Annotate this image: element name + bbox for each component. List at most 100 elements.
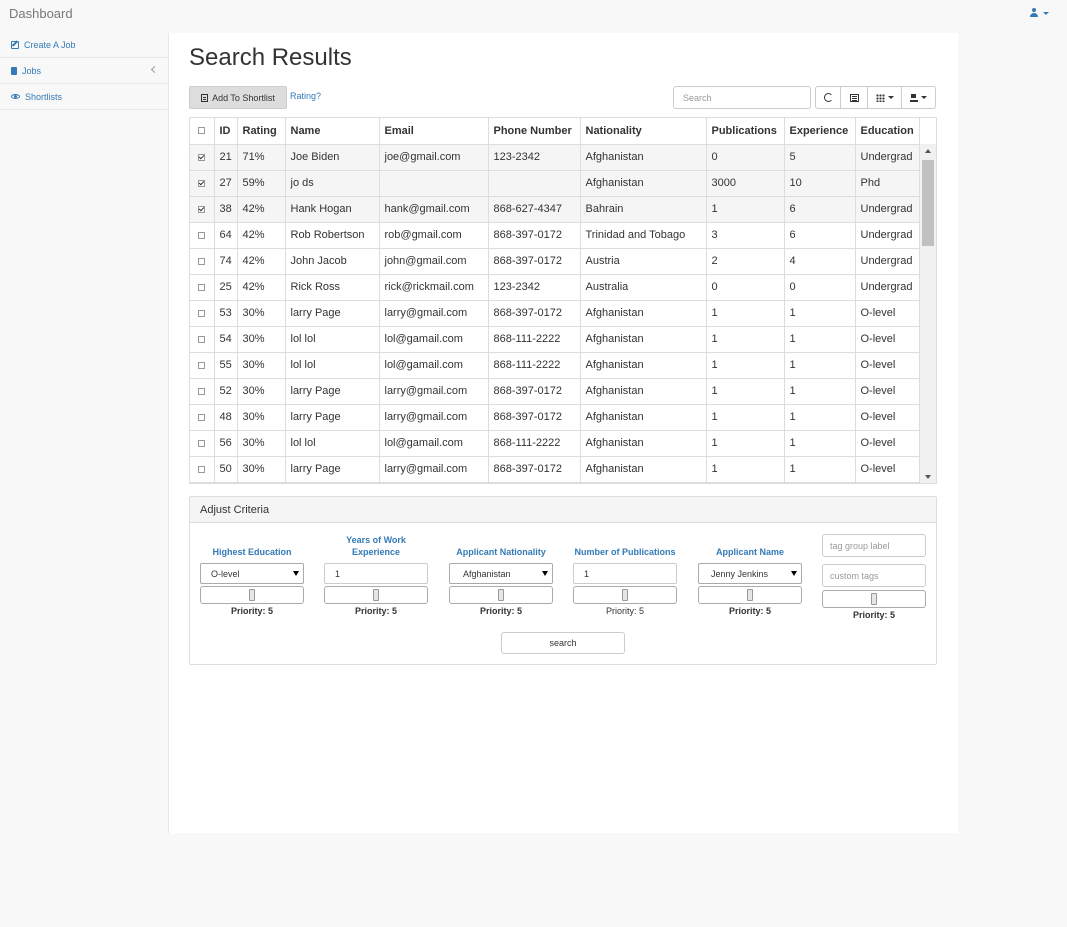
search-button[interactable]: search: [501, 632, 625, 654]
priority-slider[interactable]: [200, 586, 304, 604]
table-row[interactable]: 54 30% lol lol lol@gamail.com 868-111-2222 Af…: [190, 326, 920, 353]
input-value: 1: [335, 568, 341, 579]
priority-label: Priority: 5: [354, 606, 397, 616]
priority-slider[interactable]: [449, 586, 553, 604]
column-header[interactable]: Publications: [706, 118, 785, 145]
row-checkbox[interactable]: [198, 231, 206, 239]
table-cell: 1: [784, 456, 856, 483]
user-menu[interactable]: [1029, 8, 1049, 18]
row-select-cell[interactable]: [190, 300, 215, 327]
table-row[interactable]: 50 30% larry Page larry@gmail.com 868-397-01…: [190, 456, 920, 483]
table-scrollbar[interactable]: [920, 144, 936, 483]
slider-handle[interactable]: [747, 589, 753, 601]
publications-input[interactable]: 1: [573, 563, 677, 584]
row-checkbox[interactable]: [198, 179, 206, 187]
row-select-cell[interactable]: [190, 274, 215, 301]
row-checkbox[interactable]: [198, 283, 206, 291]
table-row[interactable]: 25 42% Rick Ross rick@rickmail.com 123-2342 A…: [190, 274, 920, 301]
education-select[interactable]: O-level: [200, 563, 304, 584]
brand-title[interactable]: Dashboard: [9, 6, 73, 21]
slider-handle[interactable]: [622, 589, 628, 601]
sidebar-item-shortlists[interactable]: Shortlists: [0, 84, 168, 110]
scrollbar-thumb[interactable]: [922, 160, 934, 246]
table-row[interactable]: 48 30% larry Page larry@gmail.com 868-397-01…: [190, 404, 920, 431]
table-row[interactable]: 56 30% lol lol lol@gamail.com 868-111-2222 Af…: [190, 430, 920, 457]
table-cell: rick@rickmail.com: [379, 274, 489, 301]
row-checkbox[interactable]: [198, 439, 206, 447]
row-checkbox[interactable]: [198, 153, 206, 161]
priority-slider[interactable]: [698, 586, 802, 604]
columns-button[interactable]: [867, 86, 902, 109]
table-row[interactable]: 27 59% jo ds Afghanistan 3000 10 Phd: [190, 170, 920, 197]
nationality-select[interactable]: Afghanistan: [449, 563, 553, 584]
export-button[interactable]: [901, 86, 936, 109]
slider-handle[interactable]: [373, 589, 379, 601]
caret-down-icon: [1043, 11, 1049, 15]
table-row[interactable]: 74 42% John Jacob john@gmail.com 868-397-017…: [190, 248, 920, 275]
rating-link[interactable]: Rating?: [290, 91, 321, 101]
table-row[interactable]: 52 30% larry Page larry@gmail.com 868-397-01…: [190, 378, 920, 405]
row-select-cell[interactable]: [190, 352, 215, 379]
column-header[interactable]: Experience: [784, 118, 856, 145]
row-select-cell[interactable]: [190, 170, 215, 197]
priority-slider[interactable]: [822, 590, 926, 608]
row-select-cell[interactable]: [190, 326, 215, 353]
row-checkbox[interactable]: [198, 413, 206, 421]
experience-input[interactable]: 1: [324, 563, 428, 584]
add-to-shortlist-button[interactable]: Add To Shortlist: [189, 86, 287, 109]
table-row[interactable]: 64 42% Rob Robertson rob@gmail.com 868-397-0…: [190, 222, 920, 249]
priority-slider[interactable]: [324, 586, 428, 604]
scroll-down-arrow-icon[interactable]: [925, 475, 931, 479]
row-select-cell[interactable]: [190, 144, 215, 171]
row-checkbox[interactable]: [198, 465, 206, 473]
row-checkbox[interactable]: [198, 205, 206, 213]
table-search-input[interactable]: [673, 86, 811, 109]
refresh-button[interactable]: [815, 86, 841, 109]
column-header[interactable]: ID: [214, 118, 238, 145]
row-select-cell[interactable]: [190, 430, 215, 457]
table-row[interactable]: 21 71% Joe Biden joe@gmail.com 123-2342 Afgha…: [190, 144, 920, 171]
tag-group-label-input[interactable]: [822, 534, 926, 557]
column-header[interactable]: Email: [379, 118, 489, 145]
row-checkbox[interactable]: [198, 335, 206, 343]
export-icon: [910, 93, 918, 102]
table-row[interactable]: 38 42% Hank Hogan hank@gmail.com 868-627-434…: [190, 196, 920, 223]
sidebar-item-create-job[interactable]: Create A Job: [0, 32, 168, 58]
column-header[interactable]: Nationality: [580, 118, 707, 145]
column-header[interactable]: Education: [855, 118, 920, 145]
row-checkbox[interactable]: [198, 309, 206, 317]
table-row[interactable]: 55 30% lol lol lol@gamail.com 868-111-2222 Af…: [190, 352, 920, 379]
row-select-cell[interactable]: [190, 404, 215, 431]
scroll-up-arrow-icon[interactable]: [925, 149, 931, 153]
select-all-checkbox[interactable]: [198, 127, 206, 135]
table-cell: O-level: [855, 300, 920, 327]
column-header[interactable]: Phone Number: [488, 118, 581, 145]
slider-handle[interactable]: [871, 593, 877, 605]
list-icon: [201, 93, 209, 102]
select-all-cell[interactable]: [190, 118, 215, 145]
custom-tags-input[interactable]: [822, 564, 926, 587]
row-select-cell[interactable]: [190, 456, 215, 483]
table-cell: Afghanistan: [580, 300, 707, 327]
table-cell: 50: [214, 456, 238, 483]
row-checkbox[interactable]: [198, 361, 206, 369]
row-select-cell[interactable]: [190, 196, 215, 223]
table-cell: 3: [706, 222, 785, 249]
sidebar-item-jobs[interactable]: Jobs: [0, 58, 168, 84]
row-select-cell[interactable]: [190, 378, 215, 405]
priority-slider[interactable]: [573, 586, 677, 604]
table-row[interactable]: 53 30% larry Page larry@gmail.com 868-397-01…: [190, 300, 920, 327]
row-select-cell[interactable]: [190, 248, 215, 275]
column-header[interactable]: Name: [285, 118, 380, 145]
table-cell: 0: [784, 274, 856, 301]
toggle-view-button[interactable]: [840, 86, 868, 109]
table-cell: 868-111-2222: [488, 326, 581, 353]
column-header[interactable]: Rating: [237, 118, 286, 145]
slider-handle[interactable]: [498, 589, 504, 601]
row-checkbox[interactable]: [198, 387, 206, 395]
table-cell: john@gmail.com: [379, 248, 489, 275]
row-select-cell[interactable]: [190, 222, 215, 249]
row-checkbox[interactable]: [198, 257, 206, 265]
name-select[interactable]: Jenny Jenkins: [698, 563, 802, 584]
slider-handle[interactable]: [249, 589, 255, 601]
